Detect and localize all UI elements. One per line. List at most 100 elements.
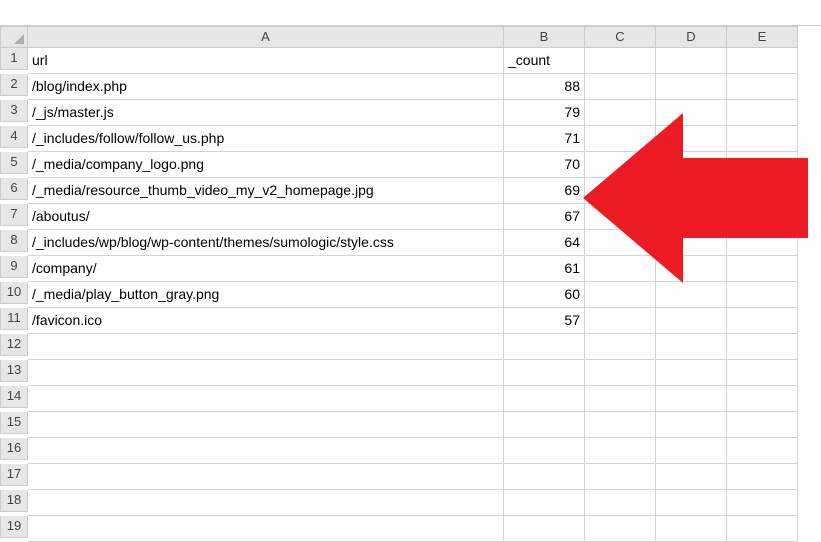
cell-D8[interactable] [656, 230, 727, 256]
row-header-14[interactable]: 14 [0, 386, 28, 408]
cell-E9[interactable] [727, 256, 798, 282]
cell-B5[interactable]: 70 [504, 152, 585, 178]
cell-C13[interactable] [585, 360, 656, 386]
cell-E12[interactable] [727, 334, 798, 360]
row-header-9[interactable]: 9 [0, 256, 28, 278]
row-header-19[interactable]: 19 [0, 516, 28, 538]
cell-E14[interactable] [727, 386, 798, 412]
cell-A3[interactable]: /_js/master.js [28, 100, 504, 126]
cell-A19[interactable] [28, 516, 504, 542]
row-header-8[interactable]: 8 [0, 230, 28, 252]
cell-D7[interactable] [656, 204, 727, 230]
cell-C1[interactable] [585, 48, 656, 74]
cell-D9[interactable] [656, 256, 727, 282]
cell-A10[interactable]: /_media/play_button_gray.png [28, 282, 504, 308]
cell-E8[interactable] [727, 230, 798, 256]
cell-B12[interactable] [504, 334, 585, 360]
column-header-C[interactable]: C [585, 26, 656, 48]
row-header-7[interactable]: 7 [0, 204, 28, 226]
cell-B18[interactable] [504, 490, 585, 516]
cell-E19[interactable] [727, 516, 798, 542]
cell-E1[interactable] [727, 48, 798, 74]
cell-E17[interactable] [727, 464, 798, 490]
cell-D2[interactable] [656, 74, 727, 100]
cell-E11[interactable] [727, 308, 798, 334]
cell-C17[interactable] [585, 464, 656, 490]
cell-A17[interactable] [28, 464, 504, 490]
cell-D5[interactable] [656, 152, 727, 178]
cell-D3[interactable] [656, 100, 727, 126]
cell-B15[interactable] [504, 412, 585, 438]
cell-C12[interactable] [585, 334, 656, 360]
cell-A9[interactable]: /company/ [28, 256, 504, 282]
row-header-5[interactable]: 5 [0, 152, 28, 174]
cell-B13[interactable] [504, 360, 585, 386]
row-header-2[interactable]: 2 [0, 74, 28, 96]
cell-E18[interactable] [727, 490, 798, 516]
cell-B7[interactable]: 67 [504, 204, 585, 230]
cell-D16[interactable] [656, 438, 727, 464]
row-header-3[interactable]: 3 [0, 100, 28, 122]
cell-E5[interactable] [727, 152, 798, 178]
cell-B6[interactable]: 69 [504, 178, 585, 204]
cell-A15[interactable] [28, 412, 504, 438]
column-header-A[interactable]: A [28, 26, 504, 48]
cell-E4[interactable] [727, 126, 798, 152]
cell-E7[interactable] [727, 204, 798, 230]
column-header-B[interactable]: B [504, 26, 585, 48]
cell-D10[interactable] [656, 282, 727, 308]
column-header-D[interactable]: D [656, 26, 727, 48]
row-header-16[interactable]: 16 [0, 438, 28, 460]
cell-B19[interactable] [504, 516, 585, 542]
cell-A2[interactable]: /blog/index.php [28, 74, 504, 100]
cell-E3[interactable] [727, 100, 798, 126]
cell-A1[interactable]: url [28, 48, 504, 74]
cell-C18[interactable] [585, 490, 656, 516]
cell-C16[interactable] [585, 438, 656, 464]
cell-C6[interactable] [585, 178, 656, 204]
cell-B10[interactable]: 60 [504, 282, 585, 308]
cell-D4[interactable] [656, 126, 727, 152]
cell-D14[interactable] [656, 386, 727, 412]
cell-D19[interactable] [656, 516, 727, 542]
row-header-12[interactable]: 12 [0, 334, 28, 356]
cell-C10[interactable] [585, 282, 656, 308]
cell-E10[interactable] [727, 282, 798, 308]
cell-E13[interactable] [727, 360, 798, 386]
spreadsheet-grid[interactable]: ABCDE1url_count2/blog/index.php883/_js/m… [0, 26, 821, 542]
cell-B3[interactable]: 79 [504, 100, 585, 126]
cell-C15[interactable] [585, 412, 656, 438]
cell-D6[interactable] [656, 178, 727, 204]
cell-A6[interactable]: /_media/resource_thumb_video_my_v2_homep… [28, 178, 504, 204]
cell-B9[interactable]: 61 [504, 256, 585, 282]
cell-A14[interactable] [28, 386, 504, 412]
cell-A13[interactable] [28, 360, 504, 386]
cell-A18[interactable] [28, 490, 504, 516]
cell-C9[interactable] [585, 256, 656, 282]
cell-C2[interactable] [585, 74, 656, 100]
cell-D18[interactable] [656, 490, 727, 516]
cell-A4[interactable]: /_includes/follow/follow_us.php [28, 126, 504, 152]
row-header-11[interactable]: 11 [0, 308, 28, 330]
cell-C5[interactable] [585, 152, 656, 178]
cell-A16[interactable] [28, 438, 504, 464]
cell-A8[interactable]: /_includes/wp/blog/wp-content/themes/sum… [28, 230, 504, 256]
cell-A7[interactable]: /aboutus/ [28, 204, 504, 230]
cell-B8[interactable]: 64 [504, 230, 585, 256]
row-header-18[interactable]: 18 [0, 490, 28, 512]
row-header-10[interactable]: 10 [0, 282, 28, 304]
cell-C7[interactable] [585, 204, 656, 230]
row-header-1[interactable]: 1 [0, 48, 28, 70]
cell-D12[interactable] [656, 334, 727, 360]
cell-E16[interactable] [727, 438, 798, 464]
row-header-13[interactable]: 13 [0, 360, 28, 382]
cell-D1[interactable] [656, 48, 727, 74]
row-header-17[interactable]: 17 [0, 464, 28, 486]
cell-C11[interactable] [585, 308, 656, 334]
cell-A12[interactable] [28, 334, 504, 360]
cell-B11[interactable]: 57 [504, 308, 585, 334]
cell-A11[interactable]: /favicon.ico [28, 308, 504, 334]
select-all-corner[interactable] [0, 26, 28, 48]
cell-B16[interactable] [504, 438, 585, 464]
cell-E2[interactable] [727, 74, 798, 100]
